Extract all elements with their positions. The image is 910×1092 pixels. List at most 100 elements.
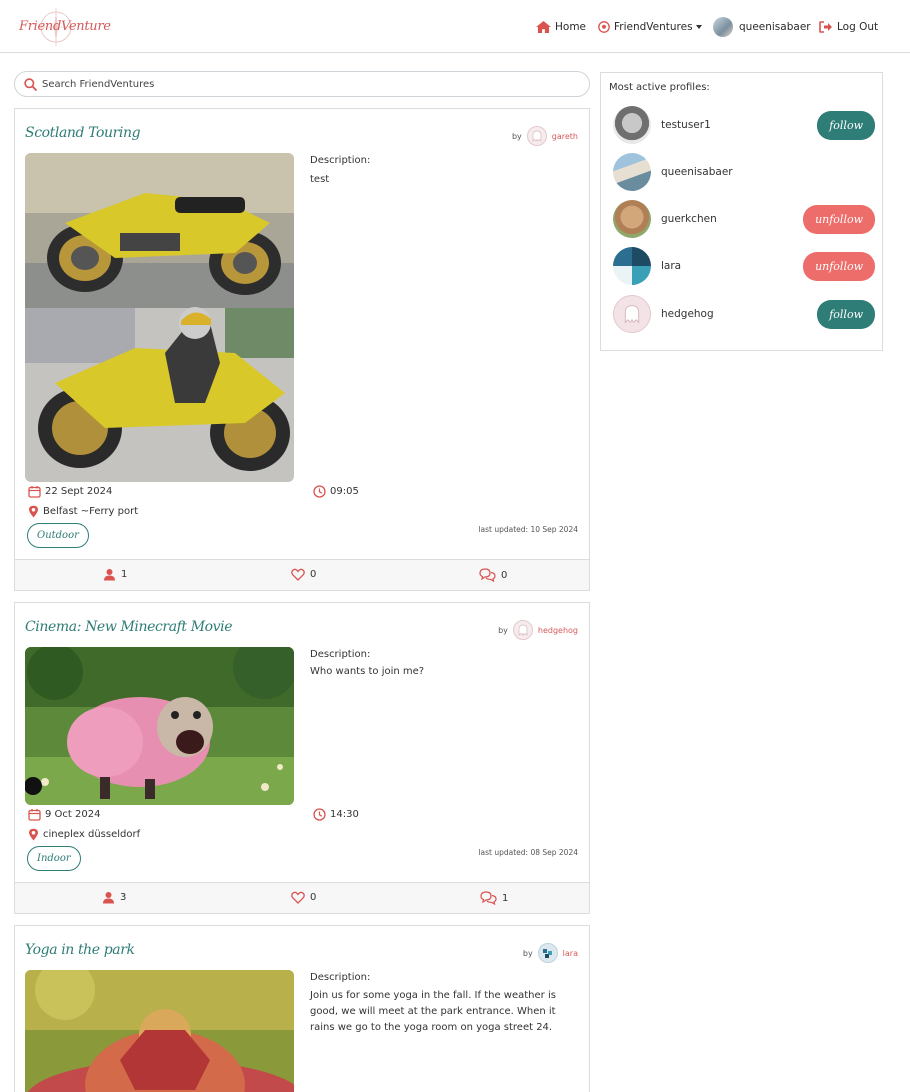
- pixel-art-icon: [542, 949, 552, 958]
- home-icon: [536, 21, 551, 33]
- post-author[interactable]: by gareth: [512, 126, 578, 146]
- profile-name[interactable]: queenisabaer: [661, 166, 875, 178]
- likes-count[interactable]: 0: [291, 568, 316, 581]
- user-icon: [104, 569, 115, 581]
- post-image[interactable]: [25, 647, 294, 805]
- comments-count[interactable]: 0: [479, 568, 507, 582]
- category-tag[interactable]: Outdoor: [27, 523, 89, 548]
- author-name: hedgehog: [537, 625, 578, 635]
- comments-count[interactable]: 1: [480, 891, 508, 905]
- clock-icon: [313, 485, 326, 498]
- profile-item[interactable]: testuser1 follow: [613, 106, 875, 144]
- calendar-icon: [28, 809, 41, 821]
- ghost-icon: [532, 130, 542, 142]
- brand-logo[interactable]: FriendVenture: [16, 6, 111, 48]
- likes-value: 0: [310, 569, 317, 580]
- most-active-profiles-panel: Most active profiles: testuser1 follow q…: [600, 72, 883, 351]
- nav-profile-link[interactable]: queenisabaer: [713, 17, 811, 37]
- last-updated: last updated: 10 Sep 2024: [478, 525, 578, 534]
- by-label: by: [522, 948, 533, 958]
- event-date: 22 Sept 2024: [28, 485, 112, 498]
- description-text: Who wants to join me?: [310, 666, 425, 677]
- ghost-icon: [518, 624, 528, 636]
- event-time-text: 09:05: [330, 486, 359, 497]
- ghost-icon: [624, 305, 640, 324]
- nav-username: queenisabaer: [739, 21, 811, 33]
- profile-name[interactable]: hedgehog: [661, 308, 817, 320]
- nav-friendventures-label: FriendVentures: [614, 21, 693, 33]
- description-text: test: [310, 174, 330, 185]
- brand-name: FriendVenture: [19, 19, 111, 34]
- sign-out-icon: [819, 21, 832, 33]
- post-title[interactable]: Cinema: New Minecraft Movie: [25, 619, 233, 635]
- avatar: [713, 17, 733, 37]
- event-location: Belfast ~Ferry port: [28, 505, 138, 518]
- comments-icon: [479, 568, 496, 582]
- likes-count[interactable]: 0: [291, 891, 316, 904]
- post-card[interactable]: Cinema: New Minecraft Movie by hedgehog …: [14, 602, 590, 914]
- post-image[interactable]: [25, 153, 294, 482]
- author-name: gareth: [551, 131, 578, 141]
- pink-sheep-photo: [25, 647, 294, 805]
- event-location-text: Belfast ~Ferry port: [43, 506, 139, 517]
- avatar[interactable]: [613, 247, 651, 285]
- nav-logout-link[interactable]: Log Out: [819, 18, 878, 36]
- nav-home-link[interactable]: Home: [536, 18, 586, 36]
- profile-item[interactable]: queenisabaer: [613, 153, 875, 191]
- post-image[interactable]: [25, 970, 294, 1092]
- avatar[interactable]: [613, 295, 651, 333]
- attendees-value: 3: [120, 892, 127, 903]
- post-card[interactable]: Scotland Touring by gareth Description:: [14, 108, 590, 591]
- event-date-text: 9 Oct 2024: [45, 809, 101, 820]
- map-pin-icon: [29, 828, 38, 841]
- post-card[interactable]: Yoga in the park by lara Description: Jo…: [14, 925, 590, 1092]
- comments-value: 1: [502, 892, 509, 904]
- profile-name[interactable]: testuser1: [661, 119, 817, 131]
- avatar: [526, 126, 547, 146]
- avatar[interactable]: [613, 153, 651, 191]
- soccer-ball-icon: [598, 21, 610, 33]
- unfollow-button[interactable]: unfollow: [803, 204, 875, 234]
- post-author[interactable]: by lara: [523, 943, 578, 963]
- calendar-icon: [28, 486, 41, 498]
- nav-friendventures-dropdown[interactable]: FriendVentures: [598, 18, 702, 36]
- map-pin-icon: [29, 505, 38, 518]
- profile-item[interactable]: lara unfollow: [613, 247, 875, 285]
- unfollow-button[interactable]: unfollow: [803, 251, 875, 281]
- likes-value: 0: [310, 892, 317, 903]
- post-title[interactable]: Scotland Touring: [25, 125, 141, 141]
- avatar[interactable]: [613, 106, 651, 144]
- post-author[interactable]: by hedgehog: [498, 620, 578, 640]
- profile-name[interactable]: lara: [661, 260, 803, 272]
- description-label: Description:: [310, 649, 371, 660]
- comments-icon: [480, 891, 497, 905]
- user-icon: [103, 892, 114, 904]
- event-location: cineplex düsseldorf: [28, 828, 140, 841]
- description-label: Description:: [310, 155, 371, 166]
- navbar: FriendVenture Home FriendVentures queeni…: [0, 0, 910, 53]
- last-updated: last updated: 08 Sep 2024: [478, 848, 578, 857]
- panel-title: Most active profiles:: [609, 82, 710, 93]
- profile-name[interactable]: guerkchen: [661, 213, 803, 225]
- follow-button[interactable]: follow: [817, 110, 875, 140]
- motorcycle-photo: [25, 153, 294, 482]
- attendees-count[interactable]: 1: [103, 568, 127, 581]
- clock-icon: [313, 808, 326, 821]
- profile-item[interactable]: hedgehog follow: [613, 295, 875, 333]
- search-icon: [24, 77, 37, 91]
- category-tag[interactable]: Indoor: [27, 846, 81, 871]
- attendees-count[interactable]: 3: [102, 891, 126, 904]
- search-input[interactable]: [42, 78, 562, 90]
- post-title[interactable]: Yoga in the park: [25, 942, 135, 958]
- profile-item[interactable]: guerkchen unfollow: [613, 200, 875, 238]
- event-date: 9 Oct 2024: [28, 808, 100, 821]
- heart-icon: [291, 891, 305, 904]
- event-date-text: 22 Sept 2024: [45, 486, 113, 497]
- follow-button[interactable]: follow: [817, 299, 875, 329]
- description-text: Join us for some yoga in the fall. If th…: [310, 990, 556, 1033]
- attendees-value: 1: [121, 569, 128, 580]
- avatar[interactable]: [613, 200, 651, 238]
- chevron-down-icon: [695, 25, 702, 29]
- search-bar: [14, 71, 590, 97]
- heart-icon: [291, 568, 305, 581]
